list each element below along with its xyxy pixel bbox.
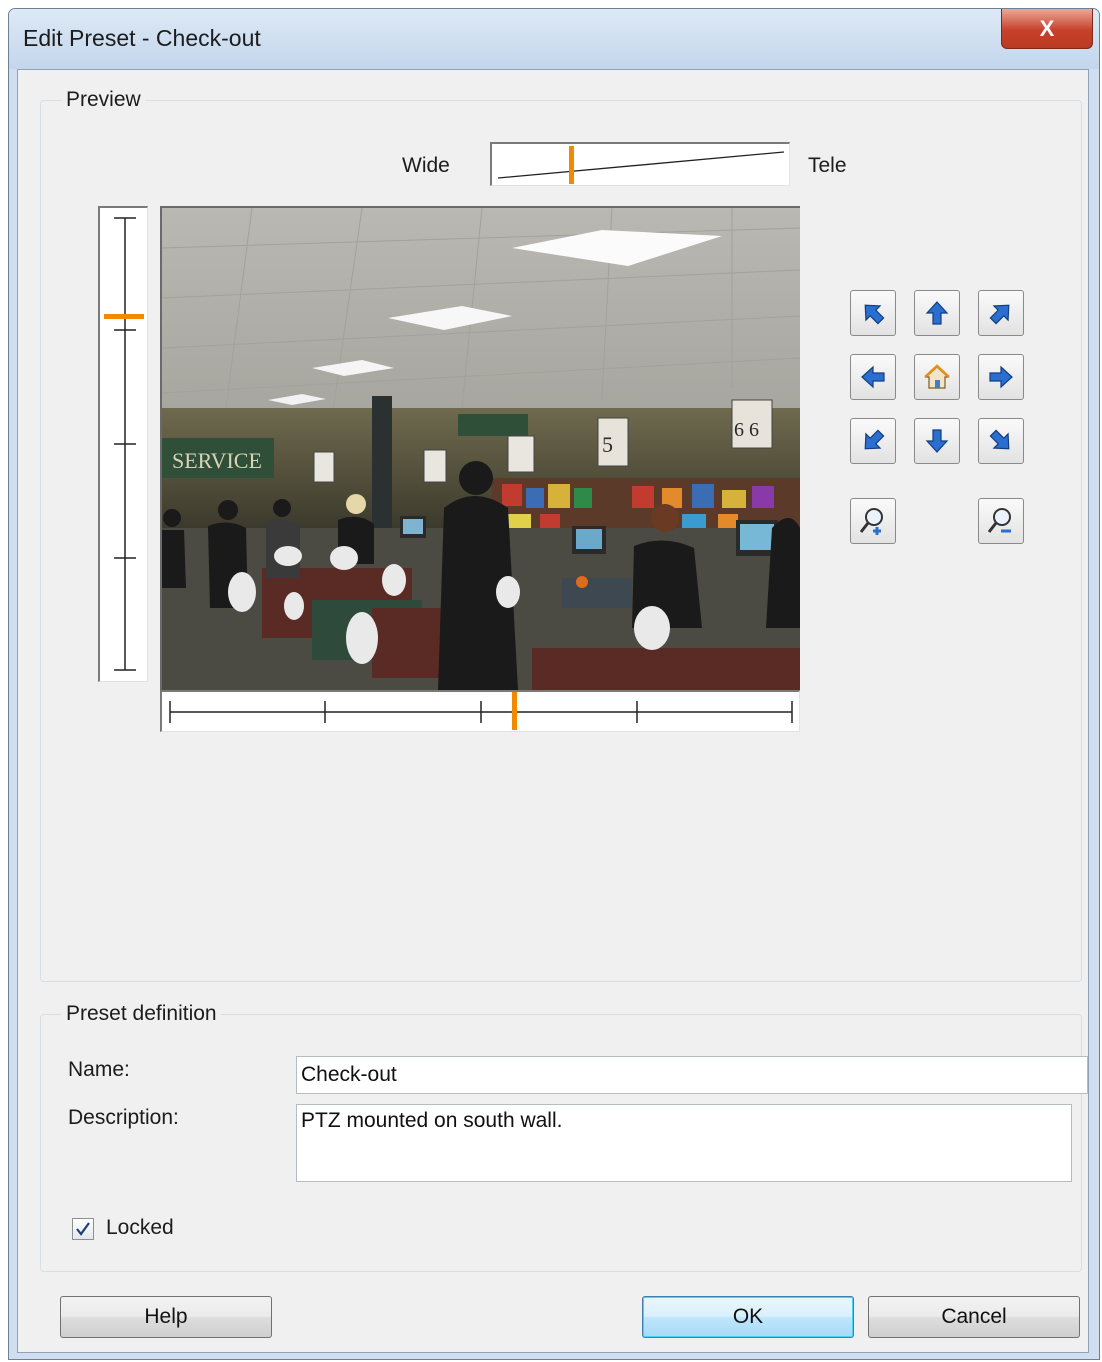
pan-down-left-button[interactable] [850,418,896,464]
service-sign-text: SERVICE [172,448,262,473]
close-button[interactable]: X [1001,9,1093,49]
zoom-tele-label: Tele [808,154,847,177]
home-icon [924,364,950,389]
zoom-ramp-icon [497,146,785,184]
arrow-down-right-icon [989,429,1010,450]
pan-slider-thumb[interactable] [512,692,517,730]
close-icon: X [1039,15,1055,41]
arrow-down-left-icon [864,429,885,450]
locked-checkbox[interactable] [72,1218,94,1240]
edit-preset-dialog: Edit Preset - Check-out X Preview Wide T… [8,8,1100,1360]
cancel-button-label: Cancel [941,1305,1007,1328]
arrow-up-right-icon [989,304,1010,325]
description-label: Description: [68,1106,179,1129]
zoom-wide-label: Wide [402,154,450,177]
name-label: Name: [68,1058,130,1081]
camera-preview-image: SERVICE 5 6 6 [160,206,800,690]
pan-right-button[interactable] [978,354,1024,400]
window-title: Edit Preset - Check-out [23,25,261,51]
preview-legend: Preview [62,88,145,112]
zoom-out-icon [987,508,1011,533]
description-textarea[interactable]: PTZ mounted on south wall. [296,1104,1072,1182]
pan-left-button[interactable] [850,354,896,400]
lane-5-sign: 5 [602,432,613,457]
pan-slider[interactable] [160,690,800,732]
title-bar[interactable]: Edit Preset - Check-out X [9,9,1099,69]
store-checkout-image: SERVICE 5 6 6 [162,208,800,690]
locked-label[interactable]: Locked [106,1216,174,1240]
cancel-button[interactable]: Cancel [868,1296,1080,1338]
pan-up-left-button[interactable] [850,290,896,336]
zoom-out-button[interactable] [978,498,1024,544]
zoom-slider[interactable] [490,142,790,186]
arrow-down-icon [925,429,949,453]
help-button[interactable]: Help [60,1296,272,1338]
name-input[interactable] [296,1056,1088,1094]
tilt-scale-icon [104,217,144,671]
ok-button-label: OK [732,1305,764,1328]
arrow-up-left-icon [864,304,885,325]
zoom-slider-thumb[interactable] [569,146,574,184]
home-button[interactable] [914,354,960,400]
checkmark-icon [76,1222,90,1236]
zoom-in-icon [859,508,883,535]
tilt-down-button[interactable] [914,418,960,464]
pan-up-right-button[interactable] [978,290,1024,336]
arrow-left-icon [861,365,885,389]
arrow-right-icon [989,365,1013,389]
lane-6-sign: 6 6 [734,419,759,441]
dialog-body: Preview Wide Tele SERVICE 5 6 6 Preset d… [17,69,1089,1353]
help-button-label: Help [144,1305,188,1328]
pan-scale-icon [169,692,793,730]
tilt-slider[interactable] [98,206,148,682]
arrow-up-icon [925,301,949,325]
pan-down-right-button[interactable] [978,418,1024,464]
tilt-slider-thumb[interactable] [104,314,144,319]
ok-button[interactable]: OK [642,1296,854,1338]
preset-definition-legend: Preset definition [62,1002,221,1026]
zoom-in-button[interactable] [850,498,896,544]
tilt-up-button[interactable] [914,290,960,336]
